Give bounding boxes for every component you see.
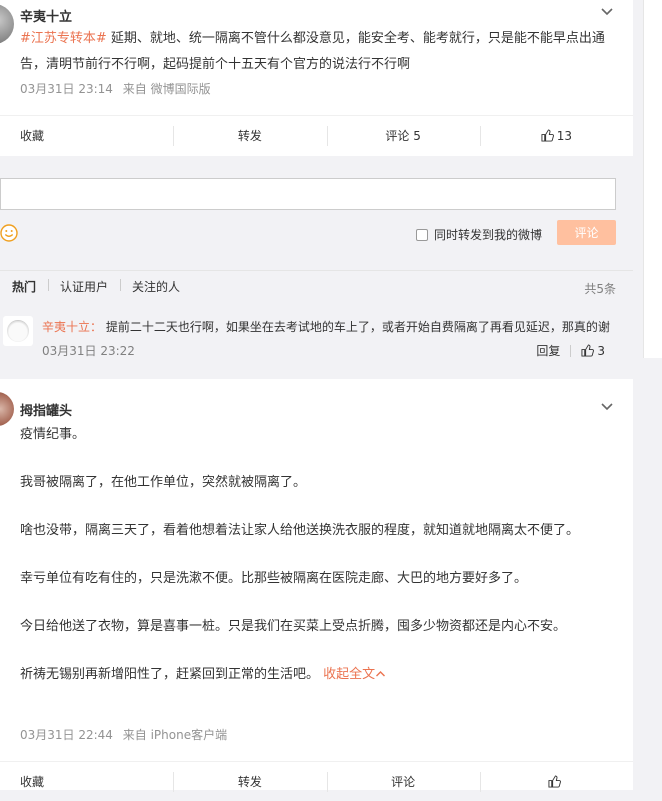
topic-link[interactable]: #江苏专转本# xyxy=(20,31,107,46)
avatar[interactable] xyxy=(3,316,33,346)
comment-input[interactable] xyxy=(0,178,616,210)
repost-button[interactable]: 转发 xyxy=(173,116,326,155)
post-time[interactable]: 03月31日 22:44 xyxy=(20,728,113,742)
submit-comment-button[interactable]: 评论 xyxy=(557,220,616,245)
panel-mark: 〈 xyxy=(657,20,662,37)
post-time[interactable]: 03月31日 23:14 xyxy=(20,82,113,96)
action-bar: 收藏 转发 评论 xyxy=(0,761,633,801)
post-paragraph: 今日给他送了衣物，算是喜事一桩。只是我们在买菜上受点折腾，囤多少物资都还是内心不… xyxy=(20,619,567,634)
post-paragraph: 疫情纪事。 xyxy=(20,427,86,442)
post-card-1: 辛夷十立 #江苏专转本# 延期、就地、统一隔离不管什么都没意见，能安全考、能考就… xyxy=(0,0,633,156)
post-paragraph: 啥也没带，隔离三天了，看着他想着法让家人给他送换洗衣服的程度，就知道就地隔离太不… xyxy=(20,523,580,538)
post-meta: 03月31日 23:14 来自 微博国际版 xyxy=(20,80,217,97)
panel-mark: 〈 xyxy=(657,316,662,333)
post-paragraph: 我哥被隔离了，在他工作单位，突然就被隔离了。 xyxy=(20,475,307,490)
chevron-up-icon xyxy=(376,671,386,677)
reply-button[interactable]: 回复 xyxy=(536,342,560,359)
thumb-up-icon xyxy=(541,129,554,142)
post-text: #江苏专转本# 延期、就地、统一隔离不管什么都没意见，能安全考、能考就行，只是能… xyxy=(20,31,605,72)
like-button[interactable]: 13 xyxy=(479,116,633,155)
collapse-link[interactable]: 收起全文 xyxy=(323,667,386,682)
checkbox-box[interactable] xyxy=(416,228,428,241)
like-button[interactable] xyxy=(479,762,633,801)
comment-time: 03月31日 23:22 xyxy=(42,344,135,358)
post-paragraph: 幸亏单位有吃有住的，只是洗漱不便。比那些被隔离在医院走廊、大巴的地方要好多了。 xyxy=(20,571,528,586)
comment-button[interactable]: 评论 5 xyxy=(326,116,480,155)
chevron-down-icon[interactable] xyxy=(600,5,614,21)
comment-like-count: 3 xyxy=(597,343,605,358)
post-meta: 03月31日 22:44 来自 iPhone客户端 xyxy=(20,726,233,743)
avatar[interactable] xyxy=(0,4,14,44)
post-username[interactable]: 拇指罐头 xyxy=(20,400,72,419)
right-side-panel: 〈 〈 xyxy=(643,0,662,358)
comment-username[interactable]: 辛夷十立 xyxy=(42,320,90,334)
comment-text: 辛夷十立： 提前二十二天也行啊，如果坐在去考试地的车上了，或者开始自费隔离了再看… xyxy=(42,320,610,334)
repost-button[interactable]: 转发 xyxy=(173,762,326,801)
action-bar: 收藏 转发 评论 5 13 xyxy=(0,115,633,155)
comment-actions: 回复 3 xyxy=(536,342,605,359)
tab-verified[interactable]: 认证用户 xyxy=(48,278,120,295)
post-paragraph: 祈祷无锡别再新增阳性了，赶紧回到正常的生活吧。 收起全文 xyxy=(20,662,620,688)
thumb-up-icon xyxy=(548,775,562,788)
comment-section: 同时转发到我的微博 评论 热门 认证用户 关注的人 共5条 辛夷十立： 提前二十… xyxy=(0,156,633,370)
post-source: 来自 微博国际版 xyxy=(122,82,211,96)
post-username[interactable]: 辛夷十立 xyxy=(20,6,72,25)
comment-item: 辛夷十立： 提前二十二天也行啊，如果坐在去考试地的车上了，或者开始自费隔离了再看… xyxy=(0,308,633,366)
favorite-button[interactable]: 收藏 xyxy=(0,116,173,155)
post-text: 疫情纪事。 我哥被隔离了，在他工作单位，突然就被隔离了。 啥也没带，隔离三天了，… xyxy=(20,422,620,688)
comment-tabs: 热门 认证用户 关注的人 共5条 xyxy=(0,270,633,302)
favorite-button[interactable]: 收藏 xyxy=(0,762,173,801)
comment-total: 共5条 xyxy=(584,282,616,296)
forward-checkbox[interactable]: 同时转发到我的微博 xyxy=(416,226,542,243)
tab-following[interactable]: 关注的人 xyxy=(120,278,192,295)
tab-hot[interactable]: 热门 xyxy=(0,278,48,295)
post-card-2: 拇指罐头 疫情纪事。 我哥被隔离了，在他工作单位，突然就被隔离了。 啥也没带，隔… xyxy=(0,379,633,792)
post-source: 来自 iPhone客户端 xyxy=(122,728,228,742)
forward-label: 同时转发到我的微博 xyxy=(434,228,543,242)
chevron-down-icon[interactable] xyxy=(600,400,614,416)
thumb-up-icon[interactable] xyxy=(581,344,595,357)
smiley-icon[interactable] xyxy=(0,224,18,242)
like-count: 13 xyxy=(556,128,573,143)
comment-button[interactable]: 评论 xyxy=(326,762,480,801)
